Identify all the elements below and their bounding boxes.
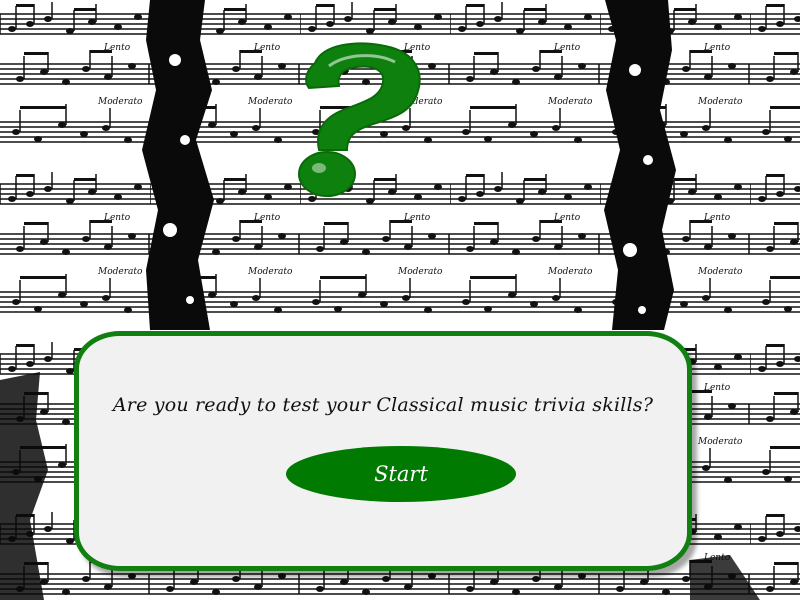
- start-screen: Moderato Lento Are you ready: [0, 0, 800, 600]
- start-button[interactable]: Start: [286, 446, 516, 502]
- trivia-prompt: Are you ready to test your Classical mus…: [112, 394, 654, 416]
- question-mark-icon: [298, 42, 421, 197]
- start-dialog: Are you ready to test your Classical mus…: [74, 331, 692, 571]
